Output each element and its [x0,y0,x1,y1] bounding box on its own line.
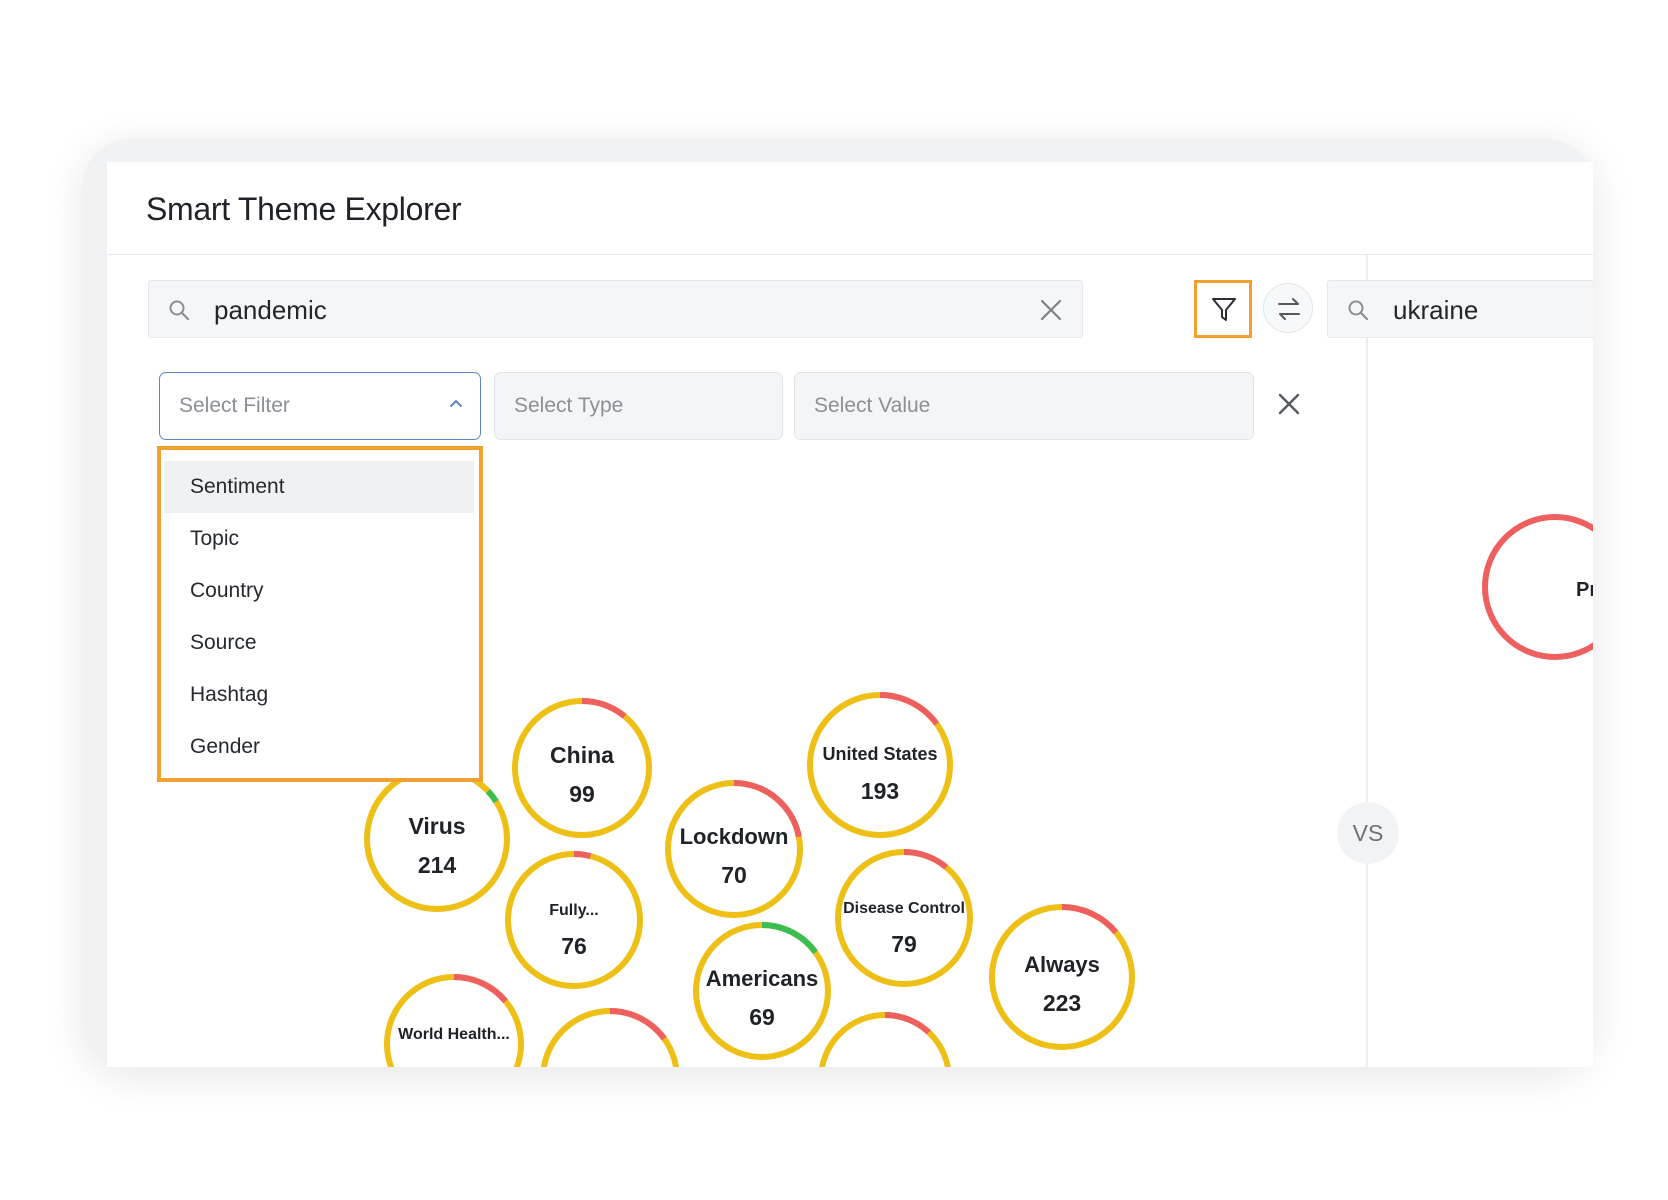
filter-button[interactable] [1194,280,1252,338]
bubble-ring [540,1008,680,1067]
select-type-placeholder: Select Type [514,394,624,417]
sentiment-arc-negative [573,851,592,859]
smart-theme-explorer-panel: Smart Theme Explorer Virus 214 China 99 Lock… [107,162,1593,1067]
bubble-label: World Health... [398,1026,510,1043]
filter-option-source[interactable]: Source [164,617,474,669]
theme-bubble-lockdown[interactable]: Lockdown 70 [665,780,803,918]
select-value-dropdown[interactable]: Select Value [794,372,1254,440]
right-search-input[interactable]: ukraine [1327,280,1593,338]
filter-option-gender[interactable]: Gender [164,721,474,773]
bubble-count: 223 [1043,990,1081,1016]
filter-options-menu: Sentiment Topic Country Source Hashtag G… [157,446,483,782]
theme-bubble-right-pr[interactable]: Pr [1482,514,1593,660]
select-filter-placeholder: Select Filter [179,394,290,417]
filter-option-topic[interactable]: Topic [164,513,474,565]
select-type-dropdown[interactable]: Select Type [494,372,783,440]
filter-option-sentiment[interactable]: Sentiment [164,461,474,513]
bubble-label: United States [822,744,937,764]
bubble-count: 79 [891,931,917,957]
bubble-label: Virus [408,813,465,839]
right-search-query[interactable]: ukraine [1393,295,1478,326]
bubble-label: Lockdown [680,824,789,849]
clear-search-icon[interactable] [1038,297,1064,323]
bubble-label: Always [1024,952,1100,977]
swap-compare-button[interactable] [1263,283,1313,333]
left-search-input[interactable]: pandemic [148,280,1083,338]
search-icon [1348,300,1369,321]
theme-bubble-unlabeled[interactable] [819,1012,951,1067]
bubble-label: Disease Control [843,900,965,917]
theme-bubble-always[interactable]: Always 223 [989,904,1135,1050]
bubble-label: China [550,742,614,768]
swap-arrows-icon [1278,298,1300,320]
filter-option-country[interactable]: Country [164,565,474,617]
theme-bubble-disease-control[interactable]: Disease Control 79 [835,849,973,987]
bubble-ring [364,766,510,912]
select-value-placeholder: Select Value [814,394,931,417]
remove-filter-icon[interactable] [1275,390,1303,418]
bubble-count: 99 [569,781,595,807]
theme-bubble-unlabeled[interactable] [540,1008,680,1067]
theme-bubble-fully[interactable]: Fully... 76 [505,851,643,989]
bubble-ring [505,851,643,989]
theme-bubble-americans[interactable]: Americans 69 [693,922,831,1060]
bubble-count: 193 [861,778,899,804]
filter-icon [1212,298,1236,321]
theme-bubble-united-states[interactable]: United States 193 [807,692,953,838]
theme-bubble-china[interactable]: China 99 [512,698,652,838]
bubble-label: Americans [706,966,819,991]
filter-option-hashtag[interactable]: Hashtag [164,669,474,721]
left-search-query[interactable]: pandemic [214,295,327,326]
bubble-ring [384,974,524,1067]
theme-bubble-world-health[interactable]: World Health... [384,974,524,1067]
bubble-count: 76 [561,933,587,959]
bubble-label: Fully... [549,902,598,919]
theme-bubble-virus[interactable]: Virus 214 [364,766,510,912]
bubble-ring [819,1012,951,1067]
bubble-ring [835,849,973,987]
select-filter-dropdown[interactable]: Select Filter [159,372,481,440]
bubble-count: 70 [721,862,747,888]
bubble-count: 214 [418,852,457,878]
chevron-up-icon [450,400,462,407]
vs-badge: VS [1337,802,1399,864]
bubble-count: 69 [749,1004,775,1030]
bubble-label: Pr [1576,579,1593,601]
search-icon [169,300,190,321]
bubble-ring [512,698,652,838]
